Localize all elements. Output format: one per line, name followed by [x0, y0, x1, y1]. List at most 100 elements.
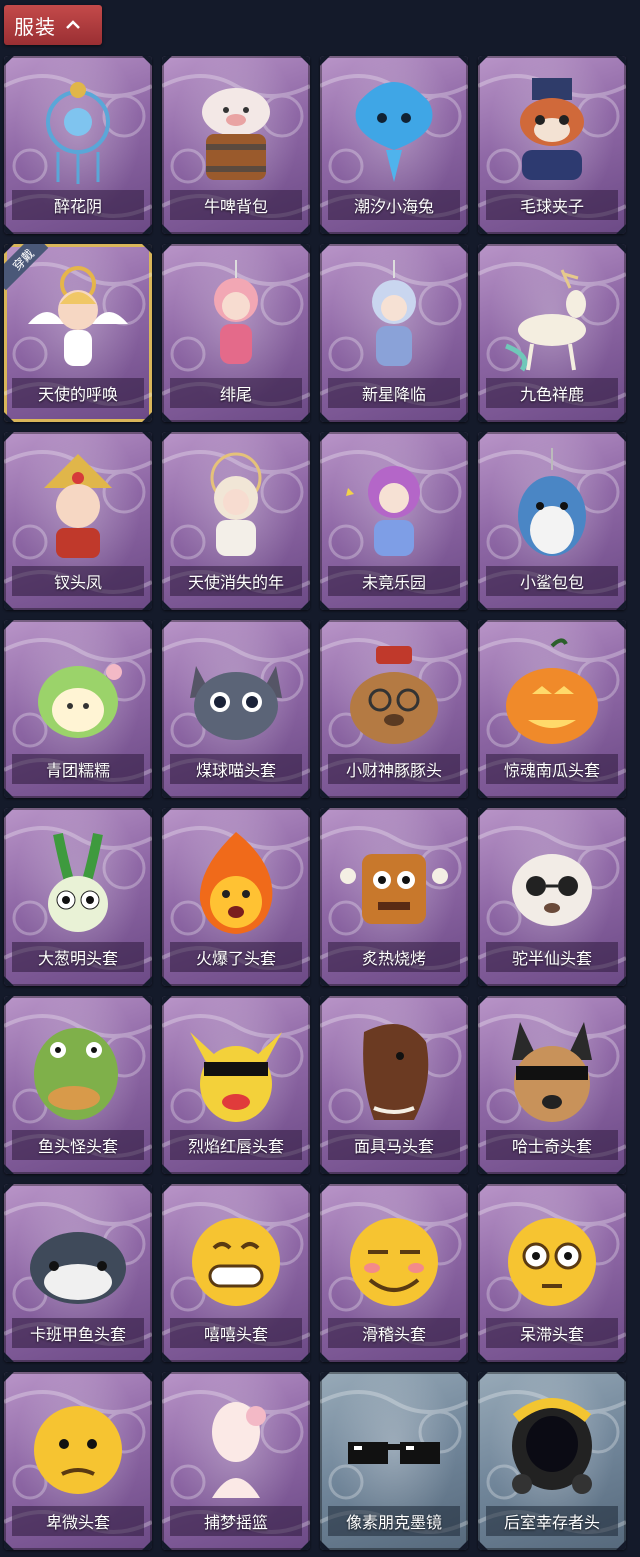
costume-card[interactable]: 青团糯糯 [4, 620, 152, 798]
costume-name-bar: 嘻嘻头套 [170, 1318, 302, 1348]
costume-name: 青团糯糯 [45, 761, 110, 780]
costume-name-bar: 青团糯糯 [12, 754, 144, 784]
costume-card[interactable]: 毛球夹子 [478, 56, 626, 234]
costume-name: 面具马头套 [353, 1137, 434, 1156]
costume-card[interactable]: 天使的呼唤 穿戴 [4, 244, 152, 422]
deer-icon [505, 269, 586, 372]
mannequin-icon [212, 1402, 266, 1498]
costume-name: 后室幸存者头 [503, 1513, 600, 1532]
costume-name: 大葱明头套 [37, 949, 118, 968]
costume-name-bar: 九色祥鹿 [486, 378, 618, 408]
costume-name: 捕梦摇篮 [203, 1513, 268, 1532]
costume-name: 小财神豚豚头 [345, 761, 442, 780]
doll-blue-icon [372, 260, 416, 366]
husky-icon [512, 1022, 592, 1122]
costume-name-bar: 小财神豚豚头 [328, 754, 460, 784]
doll-white-icon [210, 452, 262, 556]
costume-card[interactable]: 潮汐小海兔 [320, 56, 468, 234]
costume-name-bar: 驼半仙头套 [486, 942, 618, 972]
costume-card[interactable]: 面具马头套 [320, 996, 468, 1174]
costume-category-label: 服装 [14, 14, 56, 39]
helmet-icon [512, 1398, 592, 1494]
scallion-icon [48, 833, 108, 932]
costume-name: 牛啤背包 [203, 197, 268, 216]
doll-purple-icon [346, 466, 420, 556]
costume-card[interactable]: 煤球喵头套 [162, 620, 310, 798]
costume-card[interactable]: 呆滞头套 [478, 1184, 626, 1362]
costume-name: 煤球喵头套 [195, 761, 276, 780]
costume-card[interactable]: 像素朋克墨镜 [320, 1372, 468, 1550]
costume-name-bar: 火爆了头套 [170, 942, 302, 972]
costume-card[interactable]: 鱼头怪头套 [4, 996, 152, 1174]
costume-name: 嘻嘻头套 [203, 1325, 268, 1344]
costume-card[interactable]: 醉花阴 [4, 56, 152, 234]
costume-card[interactable]: 新星降临 [320, 244, 468, 422]
costume-name: 驼半仙头套 [511, 949, 592, 968]
costume-card[interactable]: 火爆了头套 [162, 808, 310, 986]
costume-card[interactable]: 炙热烧烤 [320, 808, 468, 986]
meat-icon [340, 854, 448, 924]
glasses-icon [348, 1442, 440, 1464]
cat-icon [190, 666, 282, 740]
costume-card[interactable]: 滑稽头套 [320, 1184, 468, 1362]
costume-name-bar: 哈士奇头套 [486, 1130, 618, 1160]
costume-name: 鱼头怪头套 [37, 1137, 118, 1156]
costume-name-bar: 像素朋克墨镜 [328, 1506, 460, 1536]
whale-icon [30, 1232, 126, 1304]
costume-name-bar: 卡班甲鱼头套 [12, 1318, 144, 1348]
costume-card[interactable]: 卑微头套 [4, 1372, 152, 1550]
costume-card[interactable]: 哈士奇头套 [478, 996, 626, 1174]
costume-name: 九色祥鹿 [519, 385, 584, 404]
costume-name: 卑微头套 [45, 1513, 110, 1532]
costume-card[interactable]: 小鲨包包 [478, 432, 626, 610]
costume-name-bar: 钗头凤 [12, 566, 144, 596]
costume-card[interactable]: 九色祥鹿 [478, 244, 626, 422]
angel-icon [28, 266, 128, 366]
costume-card[interactable]: 未竟乐园 [320, 432, 468, 610]
costume-name-bar: 后室幸存者头 [486, 1506, 618, 1536]
chevron-up-icon [66, 20, 80, 29]
costume-name: 潮汐小海兔 [353, 197, 434, 216]
costume-card[interactable]: 捕梦摇篮 [162, 1372, 310, 1550]
costume-name: 天使的呼唤 [37, 385, 118, 404]
fishhead-icon [34, 1028, 118, 1120]
costume-name: 未竟乐园 [361, 573, 426, 592]
phoenix-icon [44, 454, 112, 558]
costume-card[interactable]: 烈焰红唇头套 [162, 996, 310, 1174]
costume-name: 毛球夹子 [519, 197, 584, 216]
costume-name-bar: 呆滞头套 [486, 1318, 618, 1348]
costume-name: 新星降临 [361, 385, 426, 404]
costume-name-bar: 牛啤背包 [170, 190, 302, 220]
alpaca-icon [512, 854, 592, 926]
ornament-icon [46, 82, 110, 184]
costume-name: 醉花阴 [53, 197, 102, 216]
costume-name-bar: 毛球夹子 [486, 190, 618, 220]
costume-name: 烈焰红唇头套 [187, 1137, 284, 1156]
costume-name-bar: 捕梦摇篮 [170, 1506, 302, 1536]
costume-name: 惊魂南瓜头套 [503, 761, 600, 780]
costume-name-bar: 惊魂南瓜头套 [486, 754, 618, 784]
costume-name: 哈士奇头套 [511, 1137, 592, 1156]
costume-card[interactable]: 惊魂南瓜头套 [478, 620, 626, 798]
costume-card[interactable]: 驼半仙头套 [478, 808, 626, 986]
costume-name: 天使消失的年 [187, 573, 284, 592]
pika-icon [190, 1032, 282, 1122]
costume-name: 炙热烧烤 [361, 949, 426, 968]
shark-icon [518, 448, 586, 556]
costume-name: 滑稽头套 [361, 1325, 426, 1344]
costume-card[interactable]: 牛啤背包 [162, 56, 310, 234]
costume-grid: 醉花阴 牛啤背包 潮汐小海兔 毛球夹子天使的呼唤 穿戴 绯尾 新星降临 九色祥鹿钗头凤 天使消失… [4, 56, 636, 1550]
costume-card[interactable]: 绯尾 [162, 244, 310, 422]
costume-card[interactable]: 天使消失的年 [162, 432, 310, 610]
costume-card[interactable]: 钗头凤 [4, 432, 152, 610]
doll-pink-icon [214, 260, 258, 364]
costume-name-bar: 卑微头套 [12, 1506, 144, 1536]
costume-card[interactable]: 大葱明头套 [4, 808, 152, 986]
costume-card[interactable]: 卡班甲鱼头套 [4, 1184, 152, 1362]
costume-card[interactable]: 后室幸存者头 [478, 1372, 626, 1550]
emoji-meek-icon [34, 1406, 122, 1494]
costume-category-tab[interactable]: 服装 [4, 5, 102, 45]
costume-card[interactable]: 嘻嘻头套 [162, 1184, 310, 1362]
costume-card[interactable]: 小财神豚豚头 [320, 620, 468, 798]
costume-name: 像素朋克墨镜 [345, 1513, 442, 1532]
